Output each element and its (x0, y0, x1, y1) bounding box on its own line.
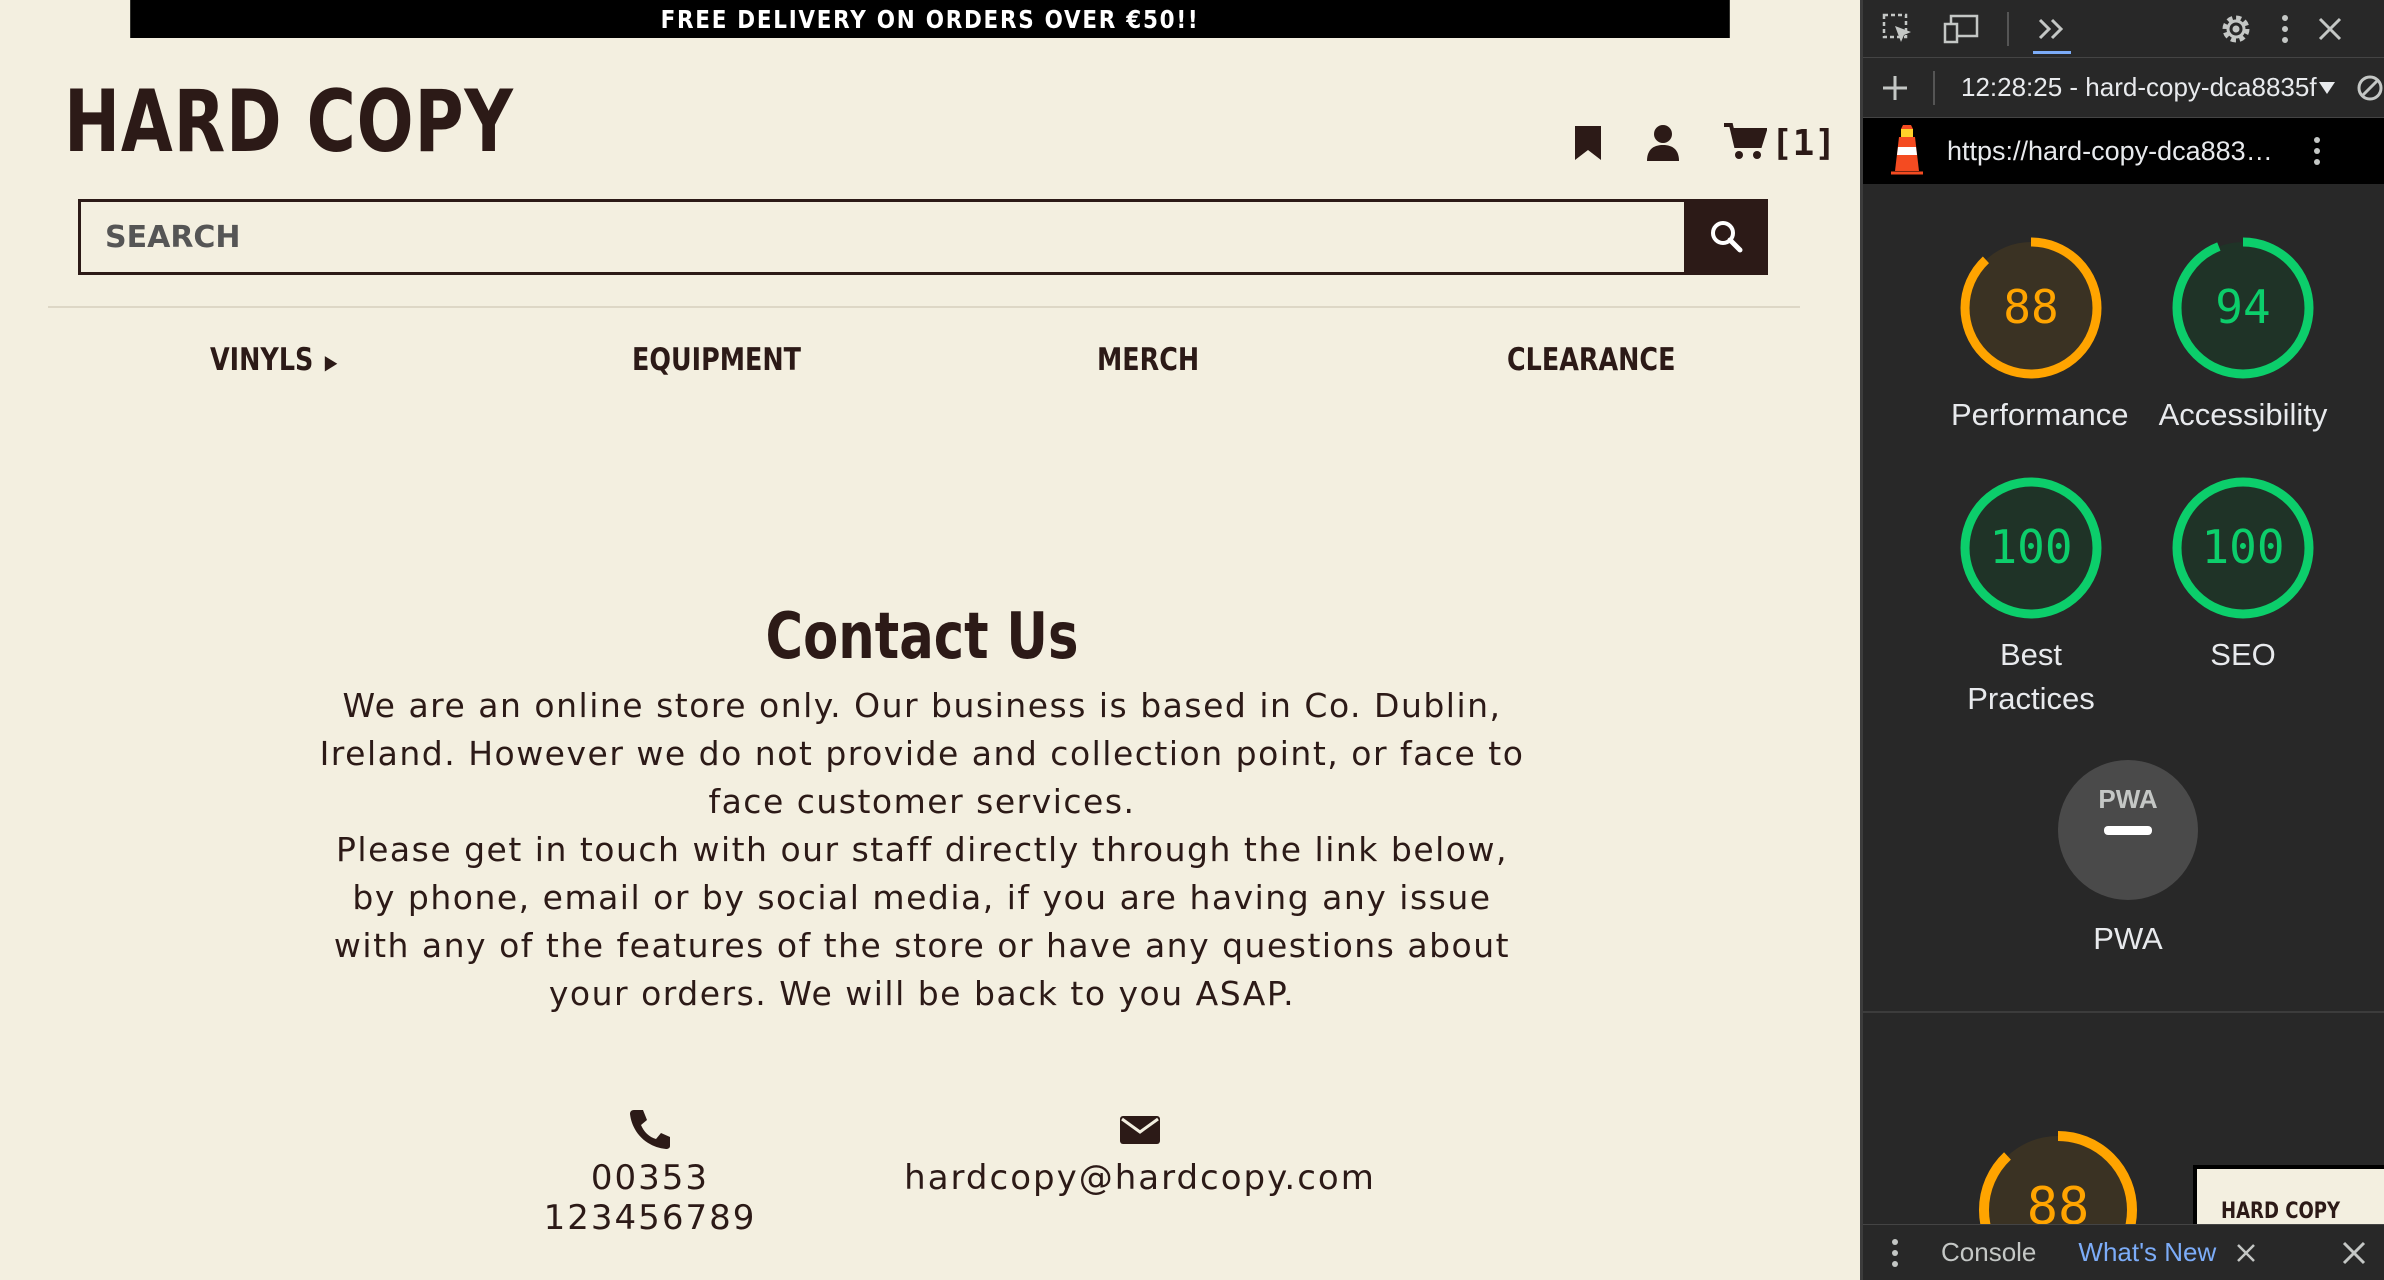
performance-score-ring: 88 (1960, 237, 2102, 379)
audited-url[interactable]: https://hard-copy-dca8835ff... (1947, 136, 2287, 167)
nav-item-label: VINYLS (210, 342, 314, 378)
best-practices-label-line2: Practices (1967, 681, 2095, 716)
accessibility-gauge[interactable]: 94 Accessibility (2153, 228, 2333, 437)
nav-item-equipment[interactable]: EQUIPMENT (632, 342, 801, 378)
cart-icon (1723, 122, 1768, 164)
contact-help-text: Please get in touch with our staff direc… (333, 830, 1511, 1013)
wishlist-bookmark-icon[interactable] (1573, 124, 1603, 162)
settings-gear-icon[interactable] (2219, 12, 2253, 46)
pwa-badge-text: PWA (2098, 784, 2157, 814)
accessibility-score: 94 (2215, 280, 2270, 334)
clear-reports-icon[interactable] (2356, 74, 2384, 102)
header-divider (48, 306, 1800, 308)
accessibility-label: Accessibility (2158, 397, 2328, 432)
pwa-badge: PWA (2058, 760, 2198, 900)
new-report-plus-icon[interactable] (1881, 74, 1909, 102)
devtools-drawer: Console What's New (1863, 1224, 2384, 1280)
lighthouse-logo-icon (1887, 123, 1927, 180)
pwa-dash-icon (2104, 826, 2152, 835)
page-title: Contact Us (765, 600, 1079, 674)
pwa-label: PWA (2093, 921, 2163, 956)
toolbar-separator (2007, 11, 2009, 46)
nav-item-merch[interactable]: MERCH (1097, 342, 1199, 378)
toolbar-separator (1933, 70, 1935, 105)
seo-gauge[interactable]: 100 SEO (2163, 468, 2323, 677)
caret-right-icon: ▶ (324, 349, 338, 374)
nav-item-clearance[interactable]: CLEARANCE (1507, 342, 1675, 378)
inspect-element-icon[interactable] (1881, 12, 1915, 46)
devtools-panel: 12:28:25 - hard-copy-dca8835f https://ha… (1860, 0, 2384, 1280)
close-devtools-icon[interactable] (2317, 16, 2343, 42)
shopping-cart-button[interactable]: [1] (1723, 122, 1836, 164)
dropdown-caret-icon[interactable] (2318, 81, 2336, 95)
best-practices-score-ring: 100 (1960, 477, 2102, 619)
search-input[interactable] (78, 199, 1684, 275)
seo-score: 100 (2201, 520, 2284, 574)
main-navigation: VINYLS ▶ EQUIPMENT MERCH CLEARANCE (0, 342, 1800, 392)
lighthouse-report-bar: 12:28:25 - hard-copy-dca8835f (1863, 58, 2384, 118)
performance-score: 88 (2003, 280, 2058, 334)
accessibility-score-ring: 94 (2172, 237, 2314, 379)
search-icon (1708, 218, 1744, 257)
tab-console[interactable]: Console (1941, 1237, 2036, 1268)
phone-number: 00353 123456789 (543, 1158, 757, 1238)
performance-label: Performance (1951, 397, 2129, 432)
seo-label: SEO (2210, 637, 2276, 672)
performance-gauge[interactable]: 88 Performance (1951, 228, 2129, 437)
contact-intro-text: We are an online store only. Our busines… (319, 686, 1525, 821)
tab-whats-new[interactable]: What's New (2078, 1237, 2216, 1268)
search-button[interactable] (1684, 199, 1768, 275)
best-practices-label-line1: Best (1999, 637, 2063, 672)
cart-count: [1] (1770, 122, 1836, 164)
report-divider (1863, 1011, 2384, 1013)
kebab-menu-icon[interactable] (2281, 14, 2289, 44)
seo-score-ring: 100 (2172, 477, 2314, 619)
search-form (78, 199, 1768, 275)
header-icons: [1] (1573, 122, 1836, 164)
email-address: hardcopy@hardcopy.com (904, 1158, 1376, 1198)
envelope-icon (1118, 1116, 1162, 1154)
email-contact[interactable]: hardcopy@hardcopy.com (890, 1108, 1390, 1198)
free-delivery-banner: FREE DELIVERY ON ORDERS OVER €50!! (130, 0, 1730, 38)
drawer-menu-icon[interactable] (1891, 1238, 1899, 1268)
report-select-dropdown[interactable]: 12:28:25 - hard-copy-dca8835f (1961, 72, 2318, 103)
phone-icon (628, 1110, 672, 1154)
pwa-gauge[interactable]: PWA PWA (2048, 750, 2208, 961)
website-viewport: FREE DELIVERY ON ORDERS OVER €50!! HARD … (0, 0, 1860, 1280)
site-logo[interactable]: HARD COPY (64, 72, 514, 172)
best-practices-gauge[interactable]: 100 Best Practices (1951, 468, 2111, 721)
thumbnail-logo-text: HARD COPY (2221, 1199, 2341, 1224)
device-toolbar-icon[interactable] (1943, 14, 1979, 44)
report-menu-icon[interactable] (2313, 136, 2321, 166)
devtools-toolbar (1863, 0, 2384, 58)
contact-section: Contact Us We are an online store only. … (310, 596, 1534, 1018)
nav-item-vinyls[interactable]: VINYLS ▶ (210, 342, 337, 378)
audited-url-bar: https://hard-copy-dca8835ff... (1863, 118, 2384, 184)
close-tab-icon[interactable] (2236, 1243, 2256, 1263)
contact-methods: 00353 123456789 hardcopy@hardcopy.com (480, 1108, 1380, 1238)
account-user-icon[interactable] (1645, 124, 1681, 162)
best-practices-score: 100 (1989, 520, 2072, 574)
more-tabs-chevron-icon[interactable] (2033, 17, 2071, 54)
close-drawer-icon[interactable] (2342, 1241, 2366, 1265)
phone-contact[interactable]: 00353 123456789 (480, 1108, 820, 1238)
